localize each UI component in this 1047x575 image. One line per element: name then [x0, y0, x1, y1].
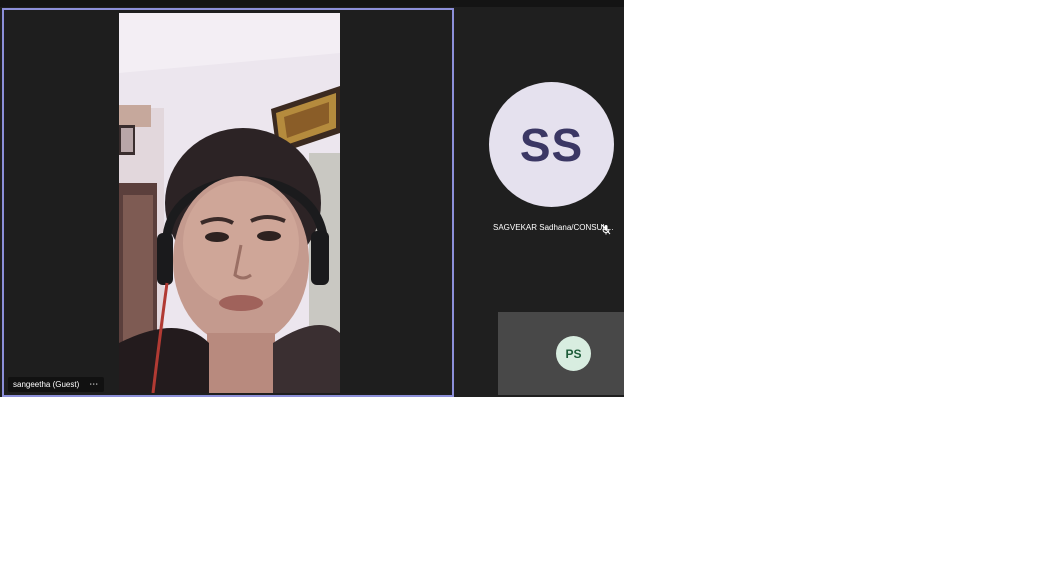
participant-name-tag: sangeetha (Guest) ⋯	[8, 377, 105, 392]
participant-video-feed	[119, 13, 340, 393]
participant-name: sangeetha (Guest)	[13, 380, 80, 389]
main-video-tile[interactable]: sangeetha (Guest) ⋯	[2, 8, 454, 397]
participant-tile-ss[interactable]: SS SAGVEKAR Sadhana/CONSUL...	[455, 8, 624, 308]
meeting-stage: sangeetha (Guest) ⋯ SS SAGVEKAR Sadhana/…	[0, 0, 624, 397]
avatar: SS	[489, 82, 614, 207]
avatar-initials: PS	[565, 346, 582, 361]
participant-name: SAGVEKAR Sadhana/CONSUL...	[493, 223, 614, 232]
more-options-icon[interactable]: ⋯	[89, 377, 98, 392]
avatar-initials: SS	[519, 118, 584, 171]
self-view-tile[interactable]: PS	[498, 312, 624, 395]
mic-off-icon	[601, 222, 611, 235]
top-strip	[0, 0, 624, 7]
avatar: PS	[556, 336, 591, 371]
